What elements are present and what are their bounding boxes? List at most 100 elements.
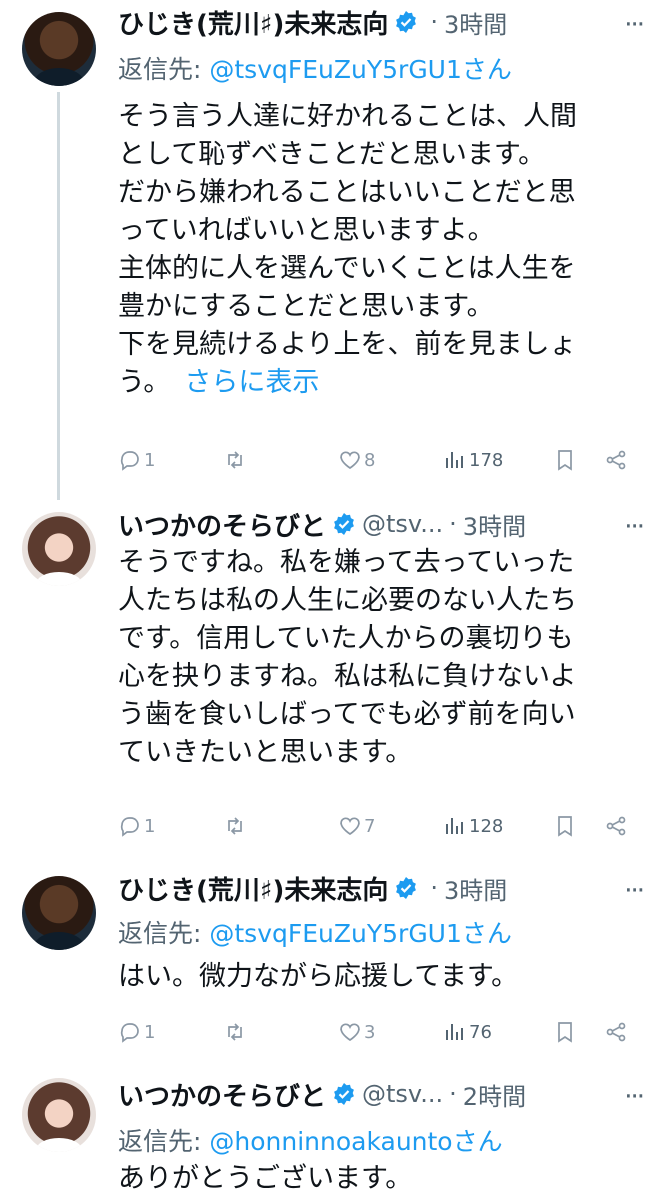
reply-button[interactable]: 1 bbox=[118, 1012, 155, 1052]
heart-icon bbox=[340, 817, 360, 836]
body-line: っていればいいと思いますよ。 bbox=[118, 215, 495, 246]
share-button[interactable] bbox=[604, 440, 628, 480]
like-button[interactable]: 7 bbox=[338, 806, 375, 846]
views-button[interactable]: 76 bbox=[443, 1012, 492, 1052]
more-options-icon[interactable]: ··· bbox=[624, 1082, 645, 1112]
avatar[interactable] bbox=[22, 876, 96, 950]
body-line: だから嫌われることはいいことだと思 bbox=[118, 177, 576, 208]
thread-line bbox=[57, 92, 60, 500]
tweet-header: ひじき(荒川♯)未来志向 · 3時間 bbox=[118, 868, 645, 908]
reply-to-mention[interactable]: @tsvqFEuZuY5rGU1さん bbox=[209, 919, 512, 948]
header-separator: · bbox=[430, 874, 438, 902]
views-icon bbox=[446, 1024, 463, 1040]
views-button[interactable]: 128 bbox=[443, 806, 503, 846]
bookmark-button[interactable] bbox=[553, 1012, 577, 1052]
bookmark-icon bbox=[558, 1022, 572, 1043]
body-line: そう言う人達に好かれることは、人間 bbox=[118, 101, 577, 132]
display-name[interactable]: いつかのそらびと bbox=[118, 506, 326, 543]
reply-count: 1 bbox=[144, 449, 156, 471]
body-line: です。信用していた人からの裏切りも bbox=[118, 623, 574, 654]
reply-to-prefix: 返信先: bbox=[118, 55, 210, 84]
body-line-text: う。 bbox=[118, 367, 171, 398]
reply-to: 返信先: @honninnoakauntoさん bbox=[118, 1122, 503, 1158]
body-line: 主体的に人を選んでいくことは人生を bbox=[118, 253, 576, 284]
handle[interactable]: @tsv... bbox=[362, 510, 443, 538]
tweet-3[interactable]: ひじき(荒川♯)未来志向 · 3時間 ··· 返信先: @tsvqFEuZuY5… bbox=[0, 870, 665, 1060]
tweet-body: そう言う人達に好かれることは、人間 として恥ずべきことだと思います。 だから嫌わ… bbox=[118, 98, 638, 402]
show-more-link[interactable]: さらに表示 bbox=[184, 367, 319, 398]
display-name[interactable]: ひじき(荒川♯)未来志向 bbox=[118, 4, 388, 41]
more-options-icon[interactable]: ··· bbox=[624, 876, 645, 906]
bookmark-button[interactable] bbox=[553, 806, 577, 846]
verified-badge-icon bbox=[332, 512, 356, 536]
timestamp[interactable]: 3時間 bbox=[463, 507, 526, 542]
retweet-button[interactable] bbox=[223, 806, 249, 846]
reply-icon bbox=[120, 1023, 139, 1043]
retweet-button[interactable] bbox=[223, 440, 249, 480]
body-line: はい。微力ながら応援してます。 bbox=[118, 961, 519, 992]
tweet-header: ひじき(荒川♯)未来志向 · 3時間 bbox=[118, 2, 645, 42]
like-button[interactable]: 3 bbox=[338, 1012, 375, 1052]
tweet-body: はい。微力ながら応援してます。 bbox=[118, 958, 638, 996]
tweet-header: いつかのそらびと @tsv... · 3時間 bbox=[118, 504, 645, 544]
reply-button[interactable]: 1 bbox=[118, 806, 155, 846]
header-separator: · bbox=[430, 8, 438, 36]
reply-to-mention[interactable]: @tsvqFEuZuY5rGU1さん bbox=[209, 55, 512, 84]
handle[interactable]: @tsv... bbox=[362, 1080, 443, 1108]
action-bar: 1 7 128 bbox=[118, 806, 638, 846]
views-icon bbox=[446, 818, 463, 834]
display-name[interactable]: ひじき(荒川♯)未来志向 bbox=[118, 870, 388, 907]
reply-to-prefix: 返信先: bbox=[118, 1127, 210, 1156]
more-options-icon[interactable]: ··· bbox=[624, 512, 645, 542]
views-button[interactable]: 178 bbox=[443, 440, 503, 480]
view-count: 178 bbox=[469, 449, 504, 471]
body-line-last: う。 さらに表示 bbox=[118, 364, 638, 402]
share-icon bbox=[606, 450, 626, 470]
reply-icon bbox=[120, 817, 139, 837]
avatar[interactable] bbox=[22, 1078, 96, 1152]
verified-badge-icon bbox=[394, 10, 418, 34]
body-line: う歯を食いしばってでも必ず前を向い bbox=[118, 699, 576, 730]
timestamp[interactable]: 2時間 bbox=[463, 1077, 526, 1112]
like-count: 3 bbox=[364, 1021, 376, 1043]
display-name[interactable]: いつかのそらびと bbox=[118, 1076, 326, 1113]
timestamp[interactable]: 3時間 bbox=[444, 871, 507, 906]
tweet-2[interactable]: いつかのそらびと @tsv... · 3時間 ··· そうですね。私を嫌って去っ… bbox=[0, 500, 665, 870]
tweet-body: そうですね。私を嫌って去っていった 人たちは私の人生に必要のない人たち です。信… bbox=[118, 544, 638, 772]
share-button[interactable] bbox=[604, 1012, 628, 1052]
action-bar: 1 3 76 bbox=[118, 1012, 638, 1052]
avatar[interactable] bbox=[22, 12, 96, 86]
retweet-button[interactable] bbox=[223, 1012, 249, 1052]
view-count: 76 bbox=[469, 1021, 492, 1043]
reply-to-mention[interactable]: @honninnoakauntoさん bbox=[209, 1127, 502, 1156]
like-count: 7 bbox=[364, 815, 376, 837]
body-line: 下を見続けるより上を、前を見ましょ bbox=[118, 329, 577, 360]
share-button[interactable] bbox=[604, 806, 628, 846]
reply-button[interactable]: 1 bbox=[118, 440, 155, 480]
more-options-icon[interactable]: ··· bbox=[624, 10, 645, 40]
timestamp[interactable]: 3時間 bbox=[444, 5, 507, 40]
header-separator: · bbox=[449, 510, 457, 538]
retweet-icon bbox=[228, 451, 242, 469]
action-bar: 1 8 178 bbox=[118, 440, 638, 480]
heart-icon bbox=[340, 451, 360, 470]
like-button[interactable]: 8 bbox=[338, 440, 375, 480]
tweet-4[interactable]: いつかのそらびと @tsv... · 2時間 ··· 返信先: @honninn… bbox=[0, 1060, 665, 1199]
verified-badge-icon bbox=[394, 876, 418, 900]
reply-count: 1 bbox=[144, 815, 156, 837]
share-icon bbox=[606, 1022, 626, 1042]
bookmark-icon bbox=[558, 450, 572, 471]
reply-icon bbox=[120, 451, 139, 471]
avatar[interactable] bbox=[22, 512, 96, 586]
like-count: 8 bbox=[364, 449, 376, 471]
body-line: として恥ずべきことだと思います。 bbox=[118, 139, 546, 170]
body-line: ありがとうございます。 bbox=[118, 1163, 413, 1194]
reply-to: 返信先: @tsvqFEuZuY5rGU1さん bbox=[118, 914, 512, 950]
bookmark-button[interactable] bbox=[553, 440, 577, 480]
bookmark-icon bbox=[558, 816, 572, 837]
body-line: 人たちは私の人生に必要のない人たち bbox=[118, 585, 577, 616]
reply-count: 1 bbox=[144, 1021, 156, 1043]
body-line: 豊かにすることだと思います。 bbox=[118, 291, 494, 322]
body-line: そうですね。私を嫌って去っていった bbox=[118, 547, 575, 578]
tweet-1[interactable]: ひじき(荒川♯)未来志向 · 3時間 ··· 返信先: @tsvqFEuZuY5… bbox=[0, 0, 665, 500]
